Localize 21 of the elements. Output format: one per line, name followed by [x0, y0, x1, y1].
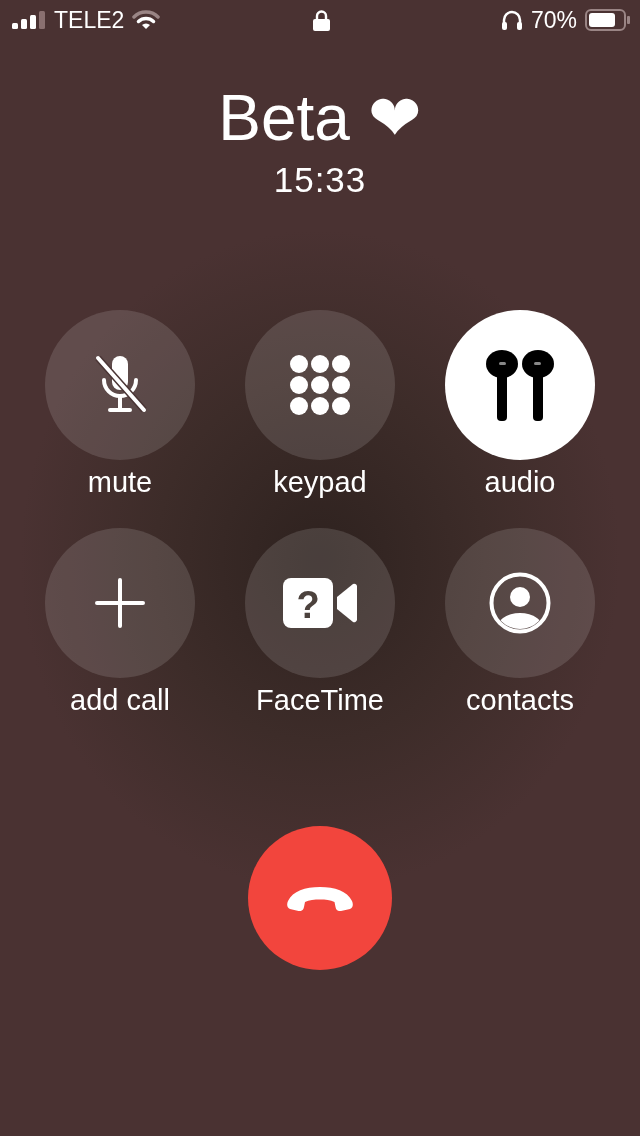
earbuds-icon: [485, 349, 555, 421]
person-circle-icon: [489, 572, 551, 634]
headphones-icon: [500, 10, 523, 30]
wifi-icon: [132, 10, 161, 30]
contact-name: Beta ❤: [218, 81, 422, 156]
battery-icon: [585, 9, 630, 31]
button-label: add call: [70, 683, 170, 718]
call-duration: 15:33: [273, 160, 367, 200]
carrier-name: TELE2: [54, 6, 125, 34]
keypad-icon: [290, 355, 350, 415]
plus-icon: [95, 578, 145, 628]
button-label: audio: [484, 465, 556, 500]
button-label: FaceTime: [256, 683, 384, 718]
button-label: keypad: [273, 465, 367, 500]
phone-handset-icon: [285, 885, 355, 911]
button-label: mute: [87, 465, 153, 500]
signal-icon: [12, 11, 46, 29]
facetime-button[interactable]: ?: [245, 528, 395, 678]
button-label: contacts: [466, 683, 574, 718]
lock-icon: [312, 9, 330, 31]
battery-percent: 70%: [530, 6, 577, 34]
